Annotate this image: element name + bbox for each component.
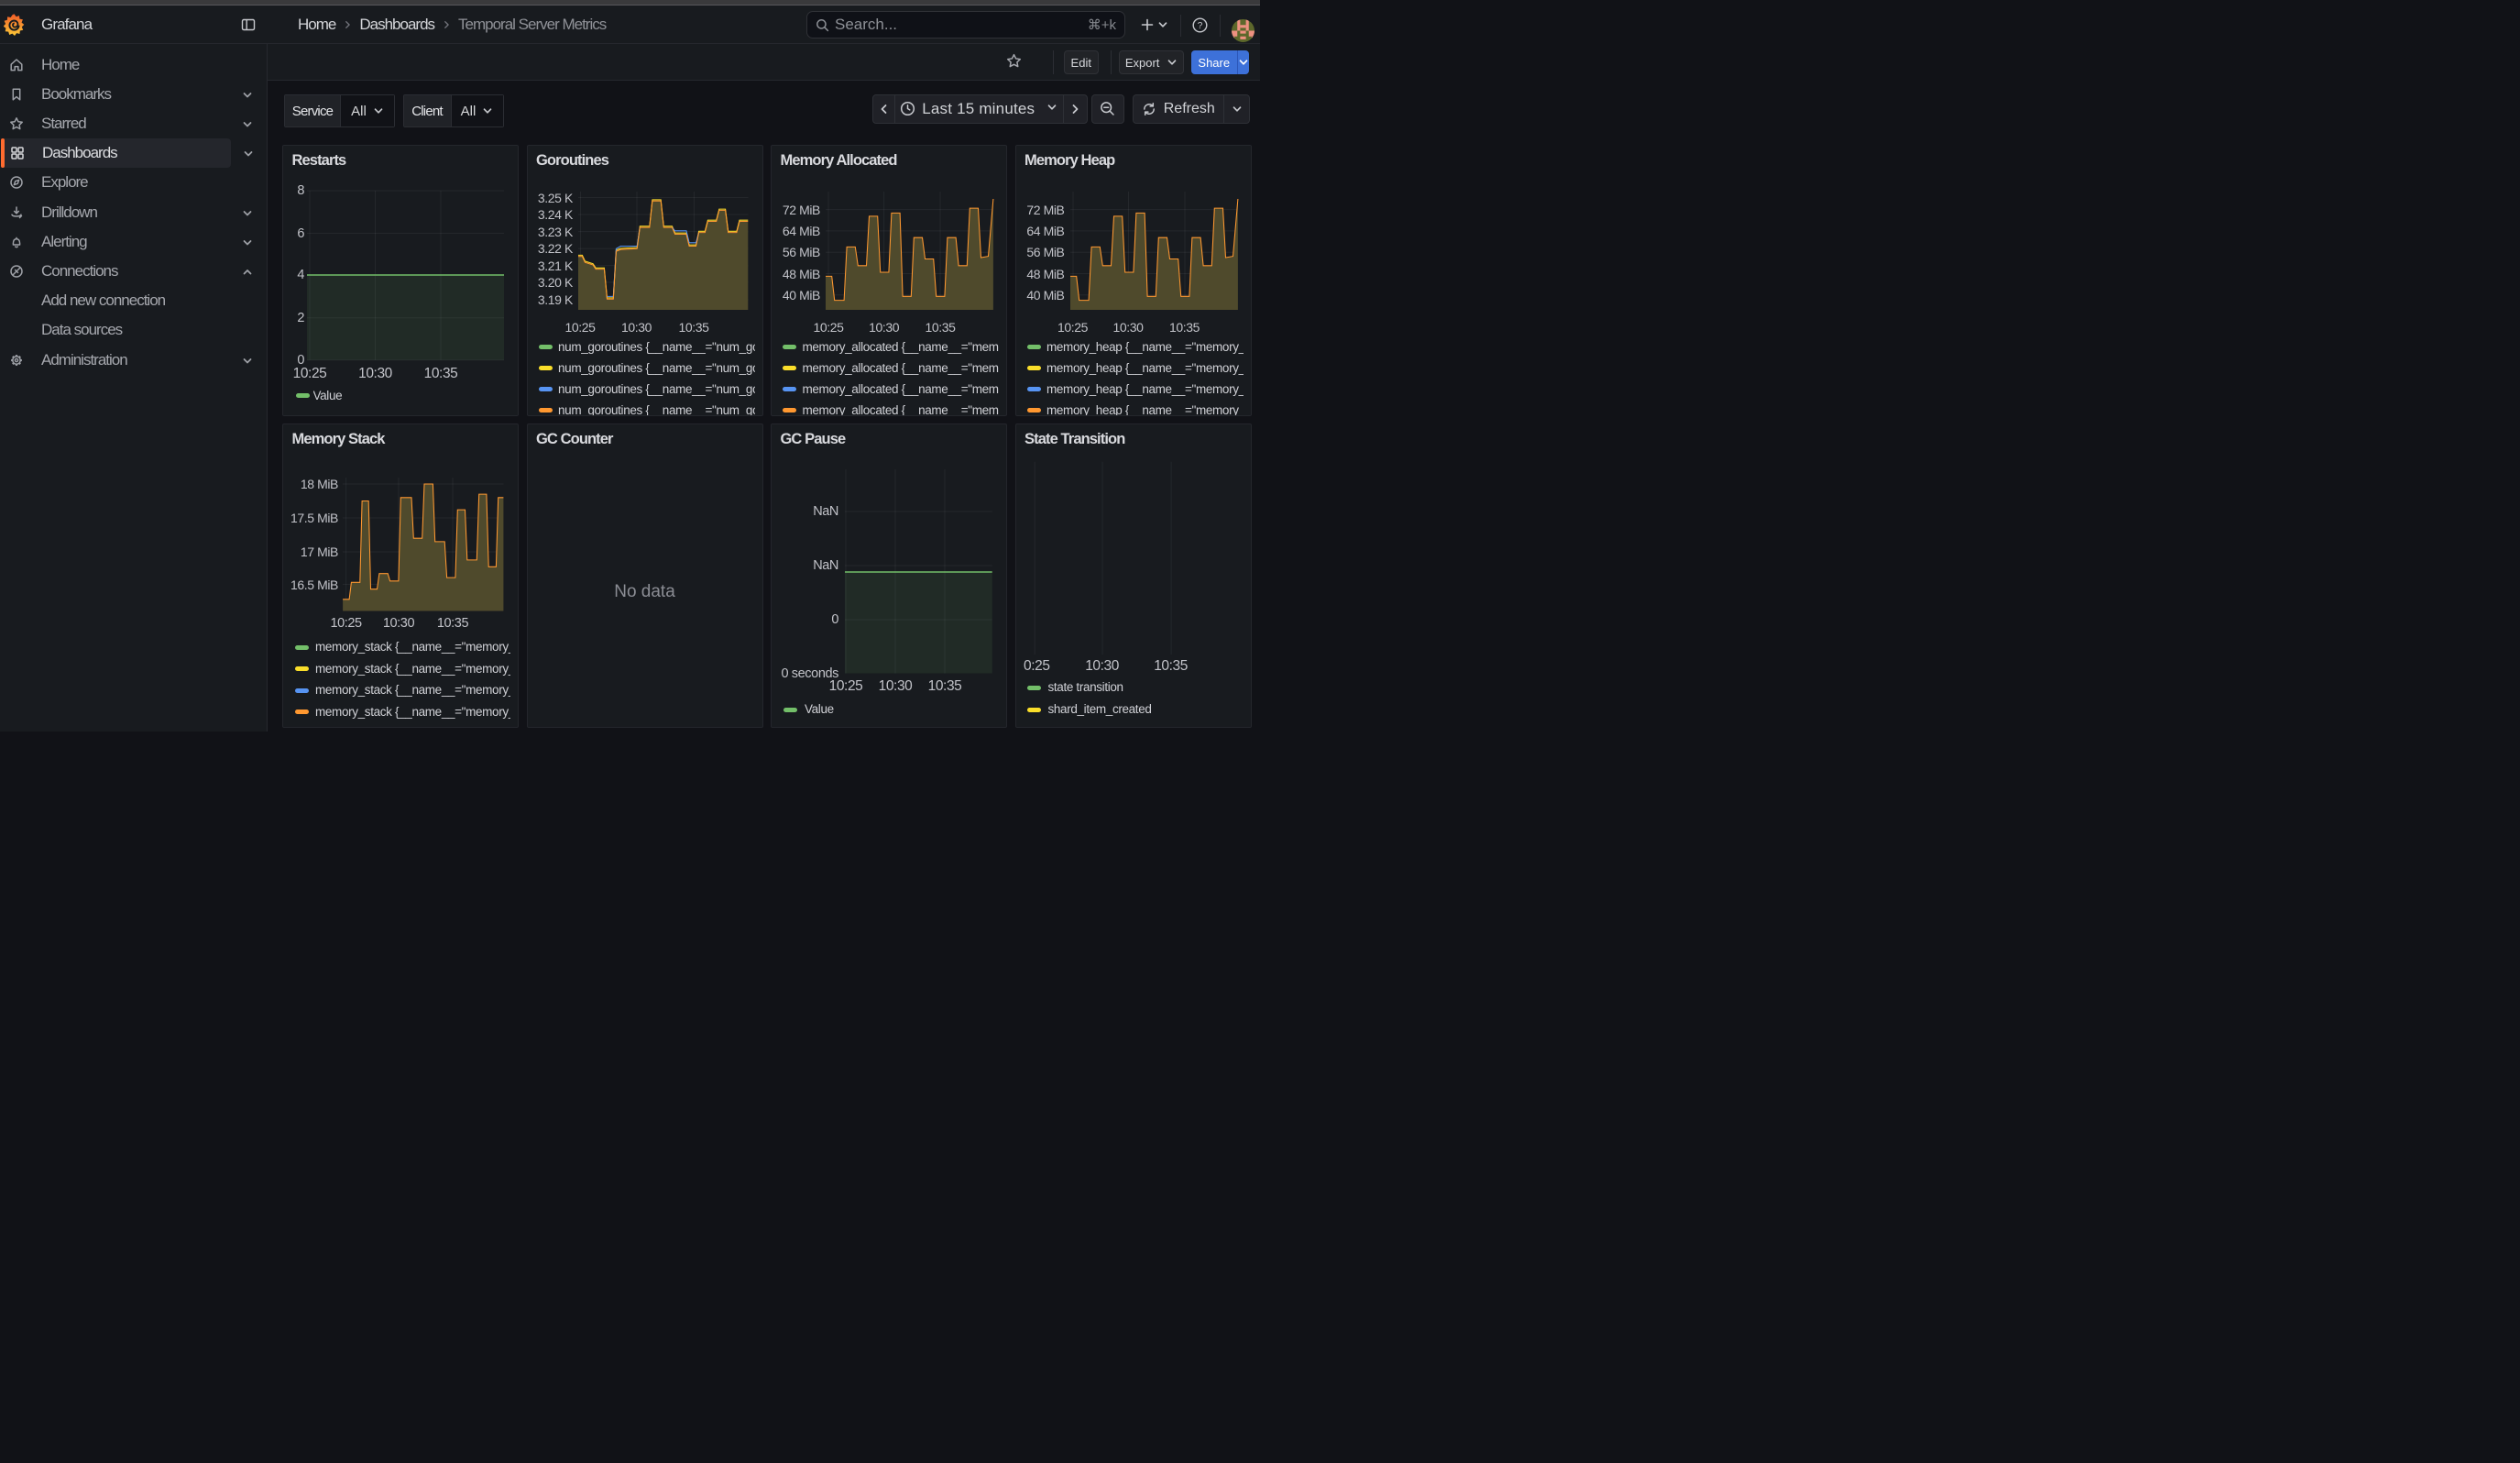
svg-text:?: ?: [1198, 21, 1203, 31]
